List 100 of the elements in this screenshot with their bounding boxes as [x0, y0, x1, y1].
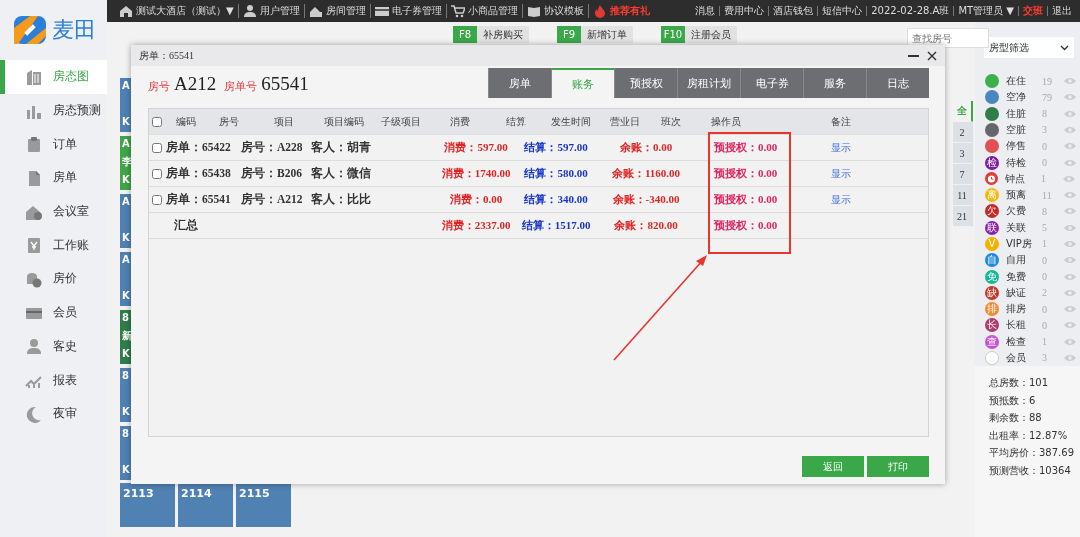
table-cell-text: 客人：胡青 — [311, 140, 372, 155]
menu-link[interactable]: 房间管理 — [304, 4, 371, 18]
table-cell-text: 预授权：0.00 — [713, 192, 779, 207]
show-link[interactable]: 显示 — [831, 140, 851, 155]
room-tile-text: K — [122, 464, 130, 476]
tab[interactable]: 房租计划 — [677, 68, 740, 98]
status-label: 排房 — [1006, 302, 1027, 317]
eye-icon[interactable] — [1064, 93, 1076, 102]
stat-text: 平均房价：387.69 — [989, 446, 1075, 460]
logo-icon — [12, 14, 48, 46]
bill-label: 房单号 — [224, 79, 258, 94]
status-label: VIP房 — [1006, 236, 1033, 251]
show-link[interactable]: 显示 — [831, 192, 851, 207]
table-cell-text: 房单：65422 — [166, 140, 232, 155]
close-icon[interactable] — [927, 50, 937, 61]
show-link[interactable]: 显示 — [831, 166, 851, 181]
eye-icon[interactable] — [1064, 126, 1076, 134]
floor-tab[interactable]: 21 — [953, 206, 973, 227]
sidebar-item[interactable]: 会员 — [0, 295, 107, 330]
sidebar-item[interactable]: 夜审 — [0, 396, 107, 431]
sidebar-item[interactable]: 报表 — [0, 363, 107, 397]
eye-icon[interactable] — [1064, 353, 1076, 362]
top-link[interactable]: 短信中心 — [818, 6, 868, 16]
status-badge: 联 — [985, 220, 999, 235]
room-tile[interactable]: 2113 — [120, 483, 175, 527]
status-badge: V — [985, 236, 999, 251]
menu-link[interactable]: 协议模板 — [522, 4, 589, 18]
checkbox[interactable] — [152, 194, 162, 205]
sidebar-item[interactable]: 客史 — [0, 329, 107, 364]
hotel-selector[interactable]: 测试大酒店（测试）▼ — [115, 4, 239, 18]
checkbox[interactable] — [152, 142, 162, 153]
sidebar-item[interactable]: 房价 — [0, 262, 107, 296]
tab[interactable]: 日志 — [866, 68, 929, 98]
column-header: 营业日 — [608, 114, 641, 129]
table-cell-text: 房单：65541 — [166, 192, 232, 207]
room-type-select[interactable]: 房型筛选 — [984, 37, 1074, 58]
tab[interactable]: 预授权 — [614, 68, 677, 98]
floor-tab[interactable]: 7 — [953, 164, 973, 185]
eye-icon[interactable] — [1064, 337, 1076, 346]
checkbox[interactable] — [152, 168, 162, 179]
top-link[interactable]: 消息 — [691, 6, 721, 16]
status-count: 79 — [1042, 91, 1053, 103]
column-header: 操作员 — [710, 114, 742, 129]
menu-link[interactable]: 小商品管理 — [446, 4, 523, 18]
eye-icon[interactable] — [1064, 223, 1076, 232]
top-link[interactable]: 退出 — [1048, 6, 1076, 16]
eye-icon[interactable] — [1064, 207, 1076, 216]
eye-icon[interactable] — [1064, 158, 1076, 167]
building-icon — [25, 67, 43, 86]
eye-icon[interactable] — [1064, 239, 1076, 248]
menu-link[interactable]: 用户管理 — [238, 4, 305, 18]
floor-tab[interactable]: 11 — [953, 185, 973, 206]
sidebar-item[interactable]: 订单 — [0, 127, 107, 162]
sidebar-item[interactable]: 工作账 — [0, 228, 107, 263]
status-badge: 长 — [985, 318, 999, 333]
shortcut-button[interactable]: 补房购买 — [477, 26, 529, 43]
house-icon — [308, 4, 323, 18]
top-link[interactable]: MT管理员 ▼ — [954, 6, 1019, 16]
tab[interactable]: 服务 — [803, 68, 866, 98]
checkbox[interactable] — [152, 116, 162, 127]
room-tile-text: A — [122, 80, 130, 92]
floor-tab[interactable]: 2 — [953, 122, 973, 143]
sidebar-item[interactable]: 房态预测 — [0, 93, 107, 128]
eye-icon[interactable] — [1064, 305, 1076, 314]
search-field[interactable]: 查找房号 — [907, 28, 989, 48]
bill-number: 65541 — [261, 73, 309, 95]
stat-text: 预抵数：6 — [989, 393, 1037, 408]
shortcut-key: F9 — [557, 26, 581, 43]
status-label: 待检 — [1006, 155, 1027, 170]
top-link[interactable]: 酒店钱包 — [769, 6, 819, 16]
top-link[interactable]: 交班 — [1019, 6, 1048, 16]
table-cell-text: 房号：A212 — [241, 192, 304, 207]
menu-link[interactable]: 推荐有礼 — [588, 4, 654, 18]
eye-icon[interactable] — [1064, 321, 1076, 330]
room-tile[interactable]: 2115 — [236, 483, 291, 527]
shortcut-key: F8 — [453, 26, 477, 43]
eye-icon[interactable] — [1063, 174, 1075, 183]
eye-icon[interactable] — [1064, 142, 1076, 151]
shortcut-button[interactable]: 注册会员 — [685, 26, 737, 43]
status-label: 免费 — [1006, 269, 1027, 284]
status-label: 预离 — [1006, 188, 1027, 203]
eye-icon[interactable] — [1064, 191, 1076, 200]
eye-icon[interactable] — [1064, 256, 1076, 265]
chevron-down-icon — [1060, 44, 1069, 51]
tab[interactable]: 房单 — [488, 68, 551, 98]
eye-icon[interactable] — [1064, 77, 1076, 86]
floor-tab[interactable]: 3 — [953, 143, 973, 164]
status-label: 会员 — [1006, 350, 1027, 365]
room-tile-text: K — [122, 290, 130, 302]
top-link[interactable]: 费用中心 — [720, 6, 770, 16]
sidebar-item[interactable]: 房单 — [0, 161, 107, 195]
eye-icon[interactable] — [1064, 109, 1076, 118]
top-link[interactable]: 2022-02-28.A班 — [867, 6, 955, 16]
shortcut-button[interactable]: 新增订单 — [581, 26, 633, 43]
tab[interactable]: 电子券 — [740, 68, 803, 98]
menu-link[interactable]: 电子券管理 — [370, 4, 447, 18]
room-tile[interactable]: 2114 — [178, 483, 233, 527]
eye-icon[interactable] — [1064, 272, 1076, 281]
eye-icon[interactable] — [1064, 288, 1076, 297]
sidebar-item[interactable]: 会议室 — [0, 194, 107, 229]
